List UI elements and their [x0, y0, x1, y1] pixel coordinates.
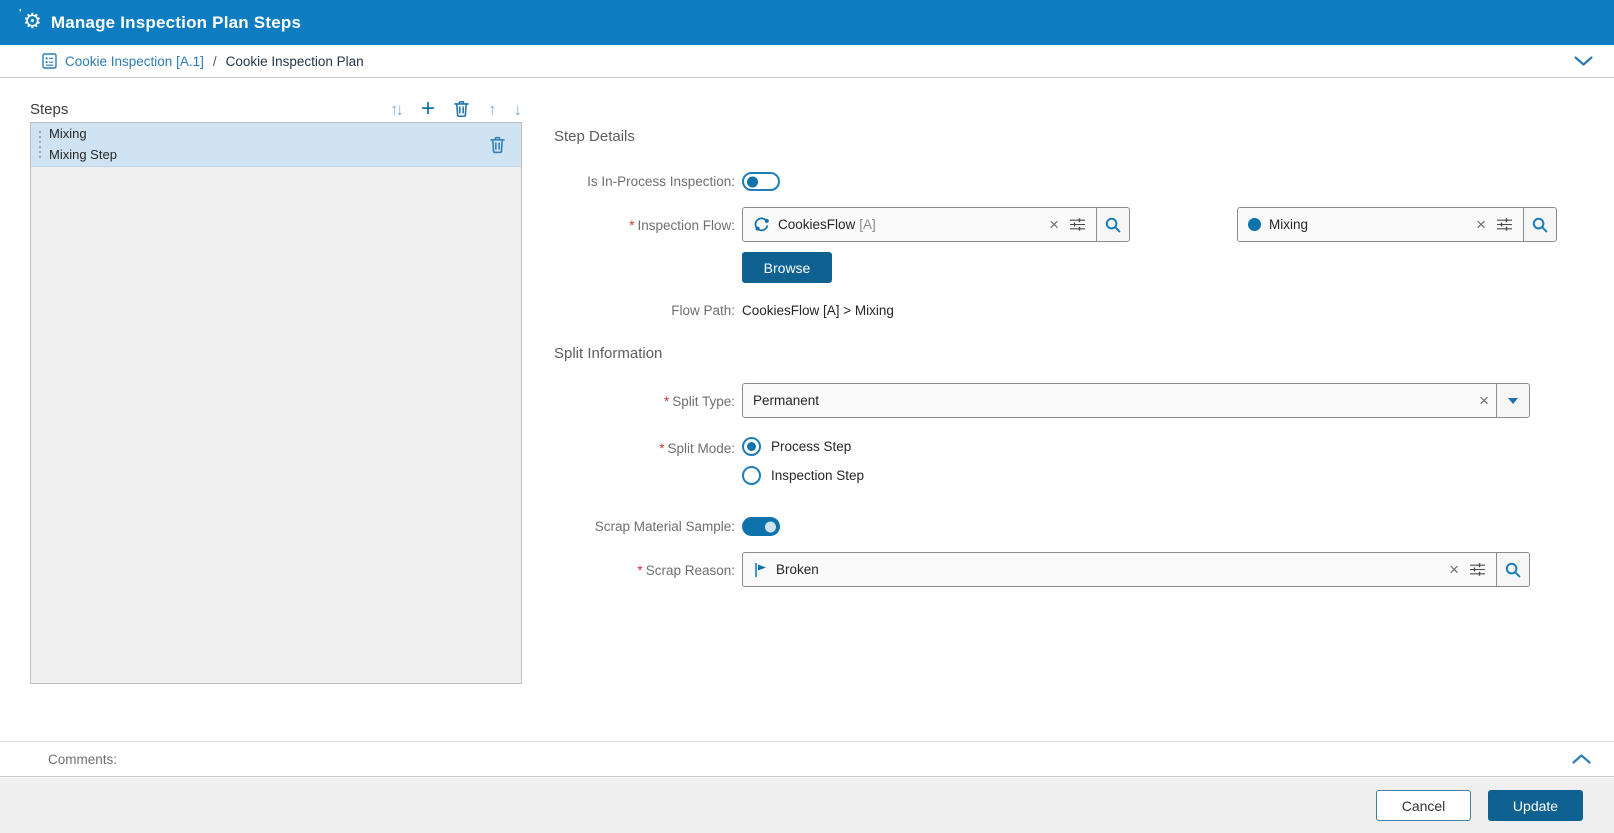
- step-list-item-mixing[interactable]: Mixing Mixing Step: [31, 123, 521, 167]
- required-asterisk: *: [659, 441, 664, 456]
- in-process-inspection-label: Is In-Process Inspection:: [545, 174, 735, 189]
- search-flow-button[interactable]: [1096, 208, 1129, 241]
- collapse-comments-chevron-icon[interactable]: [1571, 753, 1592, 765]
- required-asterisk: *: [637, 563, 642, 578]
- revision-picker-icon[interactable]: [1493, 216, 1523, 233]
- inspection-step-field[interactable]: Mixing ×: [1237, 207, 1557, 242]
- step-dot-icon: [1248, 218, 1261, 231]
- steps-list: Mixing Mixing Step: [30, 122, 522, 684]
- scrap-material-sample-label: Scrap Material Sample:: [545, 519, 735, 534]
- move-step-up-icon[interactable]: ↑: [488, 98, 497, 120]
- app-title-bar: ⚙' Manage Inspection Plan Steps: [0, 0, 1614, 45]
- comments-label: Comments:: [48, 752, 117, 767]
- collapse-header-chevron-icon[interactable]: [1573, 55, 1594, 67]
- inspection-flow-value: CookiesFlow[A]: [778, 217, 1042, 232]
- revision-picker-icon[interactable]: [1466, 561, 1496, 578]
- steps-title: Steps: [30, 101, 68, 118]
- step-name: Mixing: [49, 124, 117, 144]
- search-step-button[interactable]: [1523, 208, 1556, 241]
- scrap-reason-value: Broken: [776, 562, 1442, 577]
- radio-process-step[interactable]: Process Step: [742, 437, 851, 456]
- settings-gear-icon: ⚙': [23, 11, 42, 32]
- split-mode-label: *Split Mode:: [545, 441, 735, 456]
- section-heading-split-information: Split Information: [554, 345, 662, 362]
- required-asterisk: *: [664, 394, 669, 409]
- caret-down-icon: [1508, 398, 1518, 404]
- search-scrap-reason-button[interactable]: [1496, 553, 1529, 586]
- step-details-form: Step Details Is In-Process Inspection: *…: [545, 122, 1560, 684]
- clear-icon[interactable]: ×: [1042, 216, 1066, 233]
- dropdown-caret-button[interactable]: [1496, 384, 1529, 417]
- inspection-flow-label: *Inspection Flow:: [545, 218, 735, 233]
- move-step-down-icon[interactable]: ↓: [514, 98, 523, 120]
- delete-step-icon[interactable]: [452, 98, 471, 120]
- step-description: Mixing Step: [49, 145, 117, 165]
- breadcrumb-current: Cookie Inspection Plan: [226, 54, 364, 69]
- split-type-dropdown[interactable]: Permanent ×: [742, 383, 1530, 418]
- comments-bar: Comments:: [0, 741, 1614, 777]
- required-asterisk: *: [629, 218, 634, 233]
- scrap-reason-label: *Scrap Reason:: [545, 563, 735, 578]
- add-step-icon[interactable]: +: [421, 98, 435, 120]
- flow-icon: [753, 216, 770, 233]
- breadcrumb: Cookie Inspection [A.1] / Cookie Inspect…: [0, 45, 1614, 78]
- flow-path-label: Flow Path:: [545, 303, 735, 318]
- cancel-button[interactable]: Cancel: [1376, 790, 1471, 821]
- flow-path-value: CookiesFlow [A] > Mixing: [742, 303, 894, 318]
- scrap-reason-field[interactable]: Broken ×: [742, 552, 1530, 587]
- inspection-flow-field[interactable]: CookiesFlow[A] ×: [742, 207, 1130, 242]
- radio-inspection-step[interactable]: Inspection Step: [742, 466, 864, 485]
- clear-icon[interactable]: ×: [1472, 392, 1496, 409]
- revision-picker-icon[interactable]: [1066, 216, 1096, 233]
- inspection-plan-icon: [42, 53, 57, 69]
- clear-icon[interactable]: ×: [1442, 561, 1466, 578]
- split-type-value: Permanent: [753, 393, 1472, 408]
- steps-toolbar: ↑↓ + ↑ ↓: [390, 98, 522, 120]
- delete-row-trash-icon[interactable]: [488, 134, 507, 155]
- update-button[interactable]: Update: [1488, 790, 1583, 821]
- breadcrumb-parent-link[interactable]: Cookie Inspection [A.1]: [65, 54, 204, 69]
- scrap-material-sample-toggle[interactable]: [742, 517, 780, 536]
- section-heading-step-details: Step Details: [554, 128, 635, 145]
- footer-action-bar: Cancel Update: [0, 778, 1614, 833]
- drag-handle-icon[interactable]: [31, 131, 49, 159]
- sort-steps-icon[interactable]: ↑↓: [390, 98, 404, 120]
- radio-icon: [742, 466, 761, 485]
- page-title: Manage Inspection Plan Steps: [51, 13, 301, 33]
- browse-button[interactable]: Browse: [742, 252, 832, 283]
- steps-header: Steps ↑↓ + ↑ ↓: [30, 96, 522, 122]
- flag-icon: [753, 562, 768, 578]
- radio-icon: [742, 437, 761, 456]
- in-process-inspection-toggle[interactable]: [742, 172, 780, 191]
- clear-icon[interactable]: ×: [1469, 216, 1493, 233]
- breadcrumb-separator: /: [213, 54, 217, 69]
- split-type-label: *Split Type:: [545, 394, 735, 409]
- inspection-step-value: Mixing: [1269, 217, 1469, 232]
